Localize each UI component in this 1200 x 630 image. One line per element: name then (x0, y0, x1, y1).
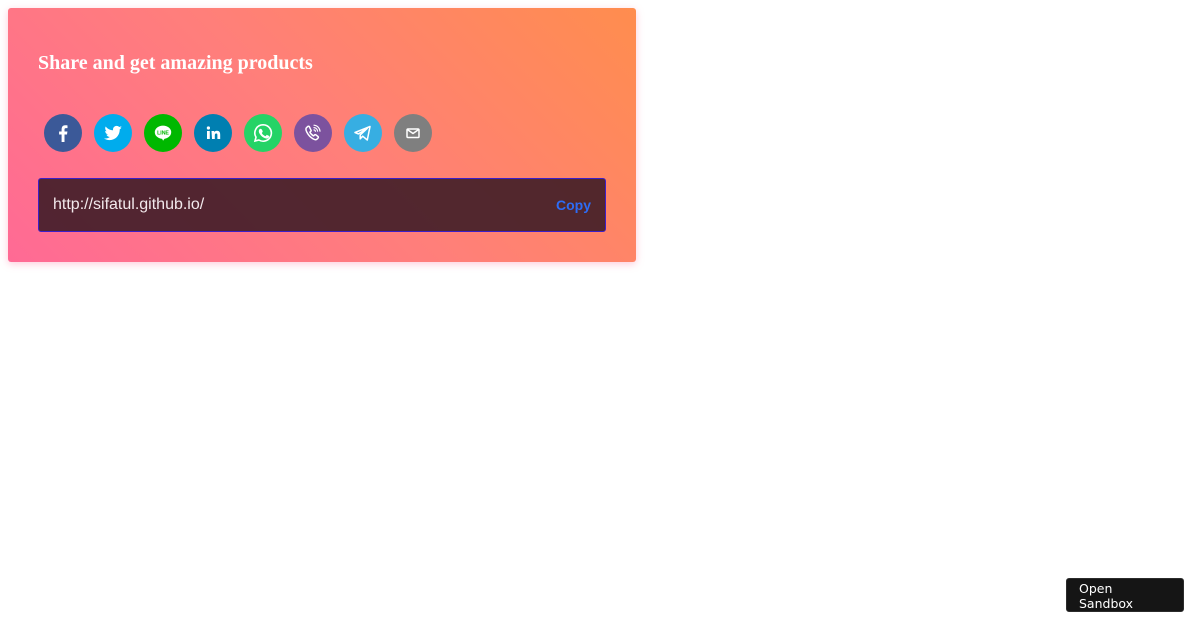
email-icon (406, 128, 420, 139)
telegram-icon (354, 125, 371, 141)
open-sandbox-label: Open Sandbox (1079, 581, 1134, 611)
linkedin-icon (206, 126, 221, 139)
twitter-icon (104, 125, 122, 141)
line-icon: LINE (154, 125, 172, 141)
twitter-share-button[interactable] (94, 114, 132, 152)
open-sandbox-button[interactable]: Open Sandbox (1066, 578, 1184, 612)
copy-button[interactable]: Copy (556, 179, 591, 231)
whatsapp-share-button[interactable] (244, 114, 282, 152)
whatsapp-icon (253, 123, 273, 143)
share-card: Share and get amazing products LINE http… (8, 8, 636, 262)
line-share-button[interactable]: LINE (144, 114, 182, 152)
svg-text:LINE: LINE (157, 130, 169, 136)
facebook-icon (59, 125, 68, 142)
viber-share-button[interactable] (294, 114, 332, 152)
share-icons: LINE (44, 114, 432, 152)
facebook-share-button[interactable] (44, 114, 82, 152)
viber-icon (305, 124, 321, 141)
email-share-button[interactable] (394, 114, 432, 152)
card-title: Share and get amazing products (38, 52, 313, 74)
share-url-field[interactable]: http://sifatul.github.io/ Copy (38, 178, 606, 232)
linkedin-share-button[interactable] (194, 114, 232, 152)
telegram-share-button[interactable] (344, 114, 382, 152)
share-url-text[interactable]: http://sifatul.github.io/ (53, 179, 204, 231)
